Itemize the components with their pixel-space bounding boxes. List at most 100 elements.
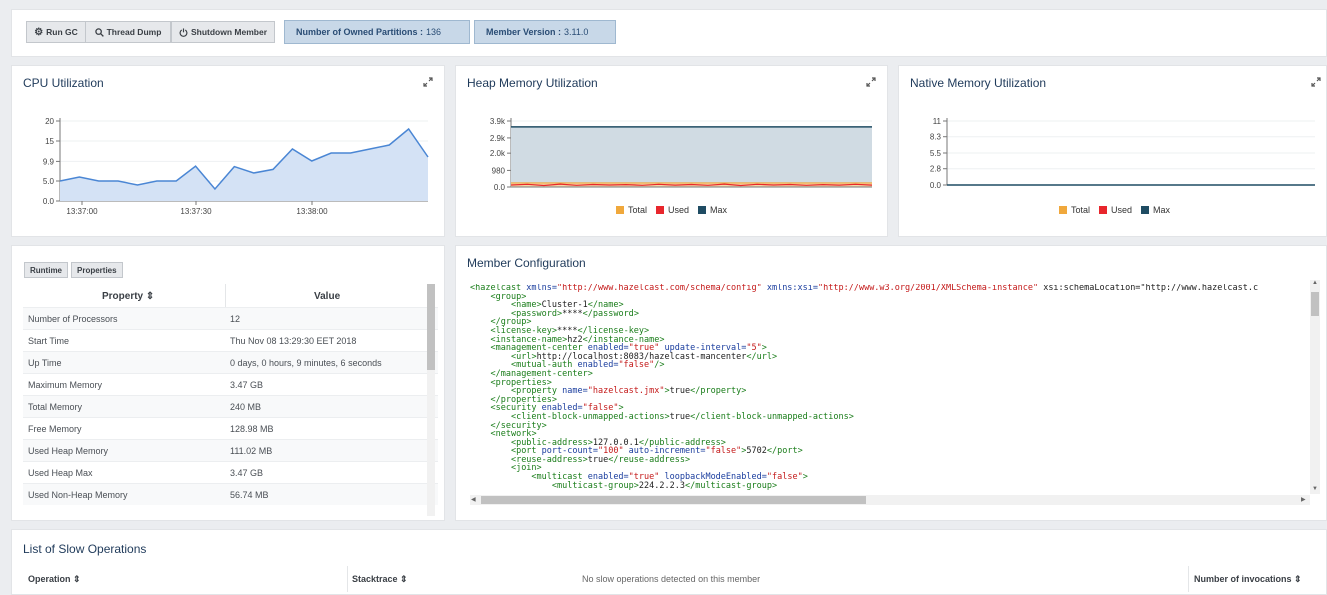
native-chart: 11 8.3 5.5 2.8 0.0 (930, 117, 1315, 190)
value-column-header: Value (314, 291, 341, 302)
y-tick-label: 11 (933, 117, 942, 126)
legend-item-total[interactable]: Total (1059, 205, 1090, 215)
native-memory-panel: Native Memory Utilization 11 8.3 5.5 2.8 0.0… (898, 65, 1327, 237)
heap-memory-panel: Heap Memory Utilization 3.9k 2.9k 2.0k 980 0… (455, 65, 888, 237)
heap-chart: 3.9k 2.9k 2.0k 980 0.0 (490, 117, 873, 192)
y-tick-label: 5.0 (43, 177, 55, 186)
table-row: Number of Processors 12 (23, 307, 438, 329)
scroll-left-arrow-icon[interactable]: ◀ (471, 496, 476, 503)
code-line: </security> (490, 420, 547, 431)
panel-title: Member Configuration (467, 256, 586, 270)
property-column-header[interactable]: Property ⇕ (102, 291, 154, 302)
owned-partitions-badge: Number of Owned Partitions :136 (284, 20, 470, 44)
empty-state-message: No slow operations detected on this memb… (582, 574, 761, 584)
search-icon (94, 27, 104, 37)
code-line: </management-center> (490, 368, 593, 379)
cpu-area (60, 129, 428, 201)
column-divider (347, 566, 348, 592)
gear-icon: ⚙ (34, 26, 44, 38)
property-value: 111.02 MB (230, 446, 273, 456)
expand-icon[interactable] (865, 76, 877, 88)
property-name: Free Memory (28, 424, 82, 434)
y-tick-label: 980 (492, 166, 506, 175)
toolbar-panel: ⚙ Run GC Thread Dump Shutdown Member Num… (11, 9, 1327, 57)
column-divider (225, 284, 226, 308)
y-tick-label: 5.5 (930, 149, 942, 158)
operation-column-header[interactable]: Operation ⇕ (28, 574, 81, 585)
y-tick-label: 3.9k (490, 117, 506, 126)
scroll-down-arrow-icon[interactable]: ▼ (1312, 486, 1318, 492)
runtime-panel: Runtime Properties Property ⇕ Value Numb… (11, 245, 445, 521)
code-line: <hazelcast xmlns="http://www.hazelcast.c… (470, 284, 1259, 293)
run-gc-button[interactable]: ⚙ Run GC (26, 21, 86, 43)
code-line: <multicast-group>224.2.2.3</multicast-gr… (551, 480, 778, 491)
legend-item-used[interactable]: Used (1099, 205, 1132, 215)
stacktrace-column-header[interactable]: Stacktrace ⇕ (352, 574, 408, 585)
scroll-up-arrow-icon[interactable]: ▲ (1312, 280, 1318, 286)
legend-item-max[interactable]: Max (1141, 205, 1170, 215)
code-line: <password>****</password> (510, 308, 639, 319)
code-line: <client-block-unmapped-actions>true</cli… (510, 411, 854, 422)
y-tick-label: 9.9 (43, 157, 55, 166)
y-tick-label: 0.0 (930, 181, 942, 190)
table-row: Used Heap Max 3.47 GB (23, 461, 438, 483)
property-name: Used Heap Memory (28, 446, 109, 456)
property-name: Number of Processors (28, 314, 118, 324)
table-row: Total Memory 240 MB (23, 395, 438, 417)
y-tick-label: 0.0 (43, 197, 55, 206)
property-name: Used Heap Max (28, 468, 93, 478)
shutdown-member-button[interactable]: Shutdown Member (171, 21, 275, 43)
legend-item-total[interactable]: Total (616, 205, 647, 215)
expand-icon[interactable] (1310, 76, 1322, 88)
y-tick-label: 15 (45, 137, 54, 146)
invocations-column-header[interactable]: Number of invocations ⇕ (1194, 574, 1302, 585)
horizontal-scrollbar-thumb[interactable] (481, 496, 866, 504)
property-value: 3.47 GB (230, 380, 264, 390)
property-name: Maximum Memory (28, 380, 103, 390)
x-tick-label: 13:37:30 (180, 207, 212, 216)
config-xml-viewer[interactable]: <hazelcast xmlns="http://www.hazelcast.c… (470, 284, 1310, 496)
member-version-badge: Member Version :3.11.0 (474, 20, 616, 44)
power-icon (179, 27, 188, 37)
property-value: 12 (230, 314, 241, 324)
max-area (511, 126, 872, 187)
scrollbar-thumb[interactable] (427, 284, 435, 370)
panel-title: List of Slow Operations (23, 542, 147, 556)
y-tick-label: 2.9k (490, 134, 506, 143)
code-line: <property name="hazelcast.jmx">true</pro… (510, 386, 747, 397)
expand-icon[interactable] (422, 76, 434, 88)
table-row: Maximum Memory 3.47 GB (23, 373, 438, 395)
tab-runtime[interactable]: Runtime (24, 262, 68, 278)
x-tick-label: 13:38:00 (296, 207, 328, 216)
table-row: Free Memory 128.98 MB (23, 417, 438, 439)
property-name: Up Time (28, 358, 62, 368)
column-divider (1188, 566, 1189, 592)
property-value: 56.74 MB (230, 490, 269, 500)
property-value: 240 MB (230, 402, 262, 412)
scroll-right-arrow-icon[interactable]: ▶ (1301, 496, 1306, 503)
y-tick-label: 20 (45, 117, 54, 126)
cpu-utilization-panel: CPU Utilization 20 15 9.9 5.0 0.0 13:37:00 13:… (11, 65, 445, 237)
x-tick-label: 13:37:00 (66, 207, 98, 216)
property-value: 3.47 GB (230, 468, 264, 478)
y-tick-label: 0.0 (494, 183, 506, 192)
y-tick-label: 2.0k (490, 149, 506, 158)
heap-legend: Total Used Max (616, 205, 727, 215)
table-row: Used Heap Memory 111.02 MB (23, 439, 438, 461)
tab-properties[interactable]: Properties (71, 262, 123, 278)
panel-title: Heap Memory Utilization (467, 76, 598, 90)
property-name: Total Memory (28, 402, 83, 412)
native-legend: Total Used Max (1059, 205, 1170, 215)
member-configuration-panel: Member Configuration <hazelcast xmlns="h… (455, 245, 1327, 521)
y-tick-label: 8.3 (930, 133, 942, 142)
panel-title: Native Memory Utilization (910, 76, 1047, 90)
legend-item-max[interactable]: Max (698, 205, 727, 215)
code-line: <mutual-auth enabled="false"/> (510, 360, 665, 371)
legend-item-used[interactable]: Used (656, 205, 689, 215)
property-name: Used Non-Heap Memory (28, 490, 128, 500)
vertical-scrollbar-thumb[interactable] (1311, 292, 1319, 316)
table-row: Used Non-Heap Memory 56.74 MB (23, 483, 438, 505)
table-row: Start Time Thu Nov 08 13:29:30 EET 2018 (23, 329, 438, 351)
code-line: <reuse-address>true</reuse-address> (510, 454, 691, 465)
thread-dump-button[interactable]: Thread Dump (85, 21, 171, 43)
